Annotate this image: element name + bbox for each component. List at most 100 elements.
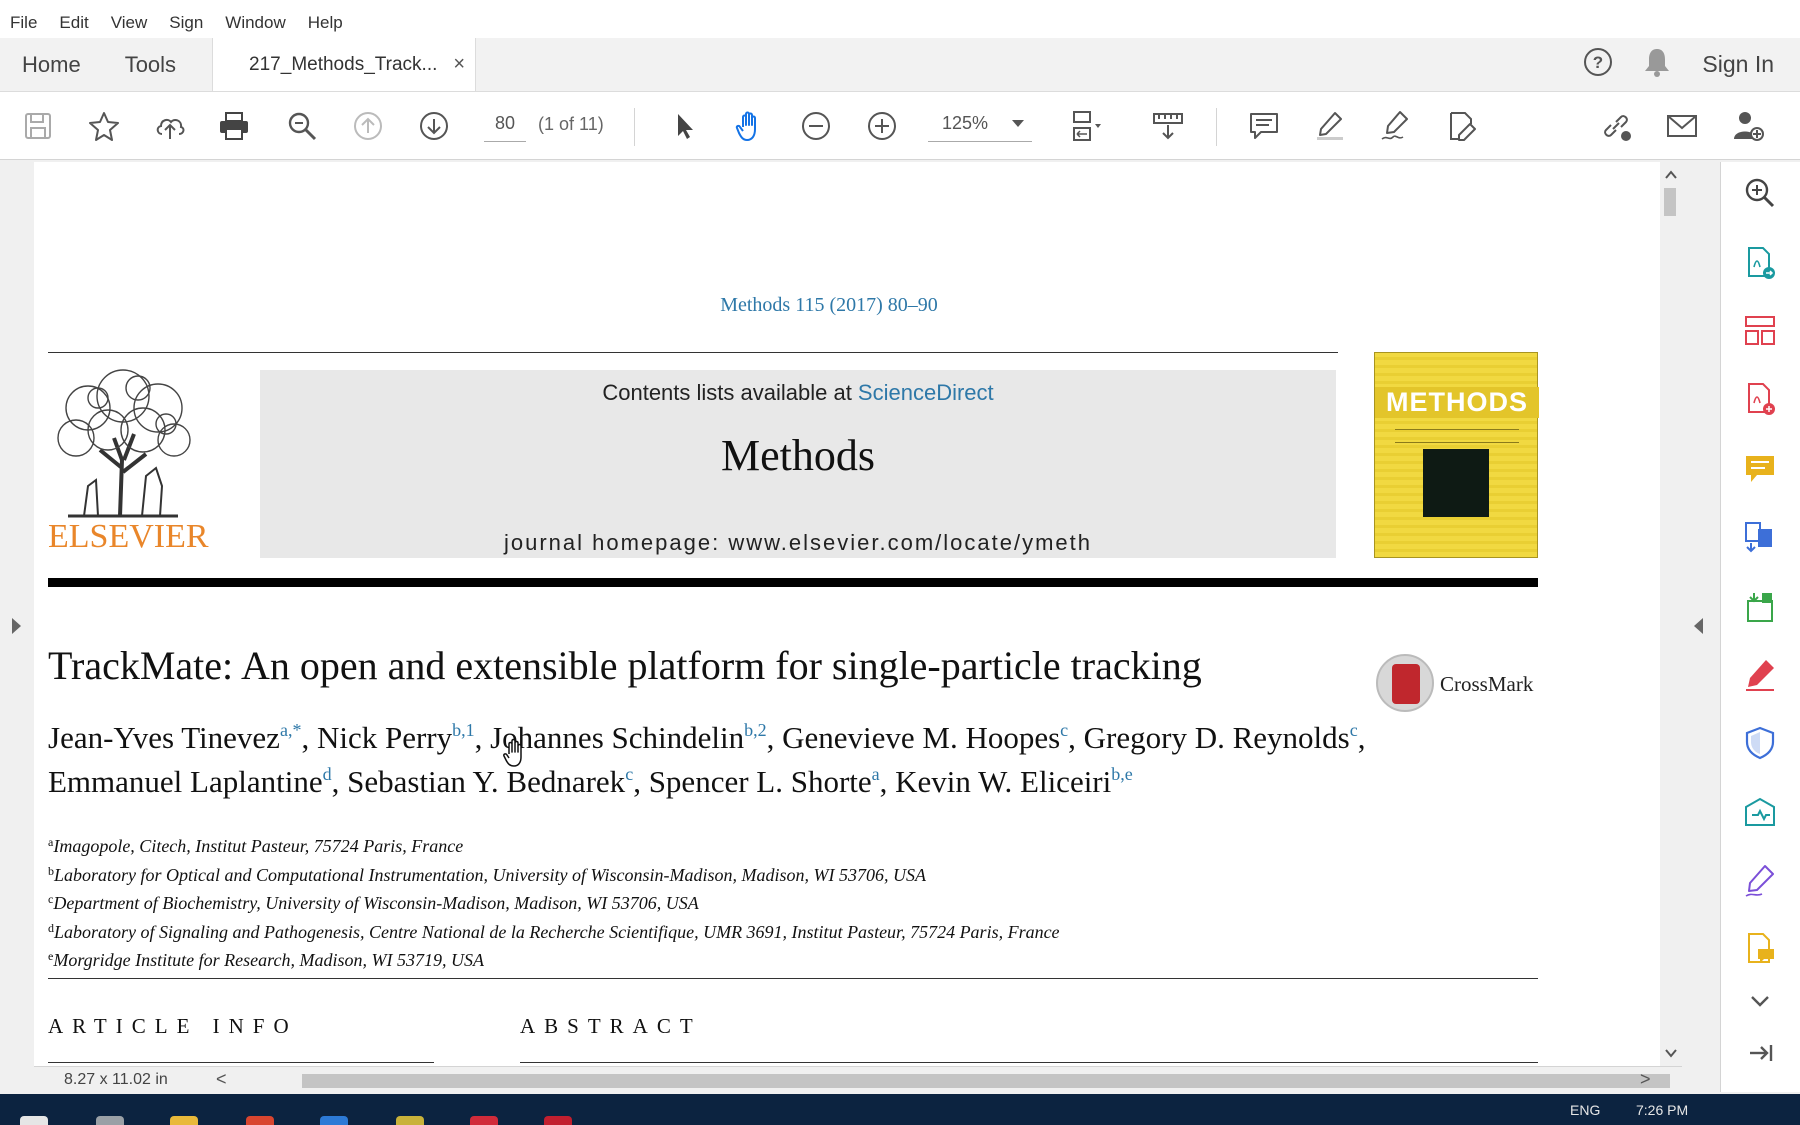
share-link-icon[interactable] [1596,106,1636,146]
author-sep: , [331,764,348,799]
acrobat-taskbar-icon[interactable] [544,1116,572,1125]
scroll-up-icon[interactable] [1664,168,1678,182]
article-title: TrackMate: An open and extensible platfo… [48,643,1202,688]
compress-pdf-icon[interactable] [1741,588,1779,626]
menu-sign[interactable]: Sign [169,13,203,33]
author-sup[interactable]: c [1350,720,1358,740]
app-icon[interactable] [470,1116,498,1125]
tab-home[interactable]: Home [0,38,103,91]
author-sup[interactable]: c [625,764,633,784]
journal-name: Methods [721,431,875,480]
scroll-left-button[interactable]: < [216,1069,227,1090]
author-sup[interactable]: a,* [280,720,302,740]
zoom-level-select[interactable]: 125% [928,106,1032,142]
hand-tool-icon[interactable] [730,106,770,146]
author-name: Nick Perry [316,720,453,755]
star-icon[interactable] [84,106,124,146]
fill-sign-icon[interactable] [1741,656,1779,694]
request-signature-icon[interactable] [1741,862,1779,900]
app-icon[interactable] [396,1116,424,1125]
start-button-icon[interactable] [20,1116,48,1125]
vertical-scroll-thumb[interactable] [1664,188,1676,216]
menu-help[interactable]: Help [308,13,343,33]
sign-in-button[interactable]: Sign In [1702,51,1774,78]
tab-tools[interactable]: Tools [103,38,198,91]
chevron-down-icon[interactable] [1741,982,1779,1020]
language-indicator[interactable]: ENG [1570,1102,1600,1118]
thick-divider [48,578,1538,587]
next-page-icon[interactable] [414,106,454,146]
search-icon[interactable] [96,1116,124,1125]
page-fit-icon[interactable] [1066,106,1106,146]
bell-icon[interactable] [1642,46,1672,83]
affiliation-item: bLaboratory for Optical and Computationa… [48,859,1348,888]
print-icon[interactable] [214,106,254,146]
journal-citation[interactable]: Methods 115 (2017) 80–90 [674,294,984,317]
comment-tool-icon[interactable] [1741,450,1779,488]
collapse-pane-icon[interactable] [1741,1034,1779,1072]
save-icon[interactable] [18,106,58,146]
more-tools-document-icon[interactable] [1741,930,1779,968]
affiliation-item: cDepartment of Biochemistry, University … [48,887,1348,916]
scroll-right-button[interactable]: > [1640,1069,1651,1090]
previous-page-icon[interactable] [348,106,388,146]
author-sup[interactable]: c [1060,720,1068,740]
select-cursor-icon[interactable] [664,106,704,146]
scroll-mode-icon[interactable] [1148,106,1188,146]
chrome-icon[interactable] [246,1116,274,1125]
add-user-icon[interactable] [1728,106,1768,146]
left-panel-toggle[interactable] [0,162,34,1092]
toolbar-divider [634,108,635,146]
horizontal-scroll-thumb[interactable] [302,1074,1670,1088]
zoom-search-icon[interactable] [282,106,322,146]
file-explorer-icon[interactable] [170,1116,198,1125]
combine-files-icon[interactable] [1741,518,1779,556]
help-icon[interactable]: ? [1582,46,1614,83]
author-sep: , [301,720,317,755]
hand-cursor-icon [503,738,522,767]
create-pdf-icon[interactable] [1741,380,1779,418]
organize-pages-icon[interactable] [1741,312,1779,350]
tab-document[interactable]: 217_Methods_Track... × [212,38,477,91]
author-name: Genevieve M. Hoopes [782,720,1061,755]
menu-view[interactable]: View [111,13,148,33]
menu-window[interactable]: Window [225,13,285,33]
document-view[interactable]: Methods 115 (2017) 80–90 ELSEVIER Conten… [34,162,1660,1066]
menu-file[interactable]: File [10,13,37,33]
author-sup[interactable]: d [323,764,332,784]
journal-homepage[interactable]: journal homepage: www.elsevier.com/locat… [260,530,1336,556]
protect-shield-icon[interactable] [1741,724,1779,762]
menu-edit[interactable]: Edit [59,13,88,33]
highlight-pen-icon[interactable] [1310,106,1350,146]
affiliation-text: Department of Biochemistry, University o… [53,893,699,913]
zoom-out-icon[interactable] [796,106,836,146]
export-pdf-icon[interactable] [1741,244,1779,282]
email-icon[interactable] [1662,106,1702,146]
author-name: Sebastian Y. Bednarek [347,764,626,799]
app-icon[interactable] [320,1116,348,1125]
author-name: Jean-Yves Tinevez [48,720,280,755]
crossmark-badge[interactable]: CrossMark [1376,654,1536,714]
upload-cloud-icon[interactable] [150,106,190,146]
journal-banner: Contents lists available at ScienceDirec… [260,370,1336,558]
author-sup[interactable]: b,e [1111,764,1133,784]
draw-signature-icon[interactable] [1376,106,1416,146]
close-tab-button[interactable]: × [453,53,465,76]
divider [520,1062,1538,1063]
comment-icon[interactable] [1244,106,1284,146]
vertical-scrollbar[interactable] [1660,162,1682,1066]
author-sup[interactable]: b,1 [452,720,475,740]
clock[interactable]: 7:26 PM [1636,1102,1688,1118]
sciencedirect-link[interactable]: ScienceDirect [858,380,994,405]
svg-text:?: ? [1593,53,1603,72]
send-for-review-icon[interactable] [1741,794,1779,832]
scroll-down-icon[interactable] [1664,1046,1678,1060]
right-pane-toggle[interactable] [1682,162,1720,1092]
page-number-input[interactable]: 80 [484,106,526,142]
zoom-in-icon[interactable] [862,106,902,146]
edit-pdf-icon[interactable] [1442,106,1482,146]
zoom-tool-icon[interactable] [1741,174,1779,212]
author-name: Gregory D. Reynolds [1083,720,1350,755]
author-sup[interactable]: b,2 [744,720,767,740]
author-sup[interactable]: a [872,764,880,784]
